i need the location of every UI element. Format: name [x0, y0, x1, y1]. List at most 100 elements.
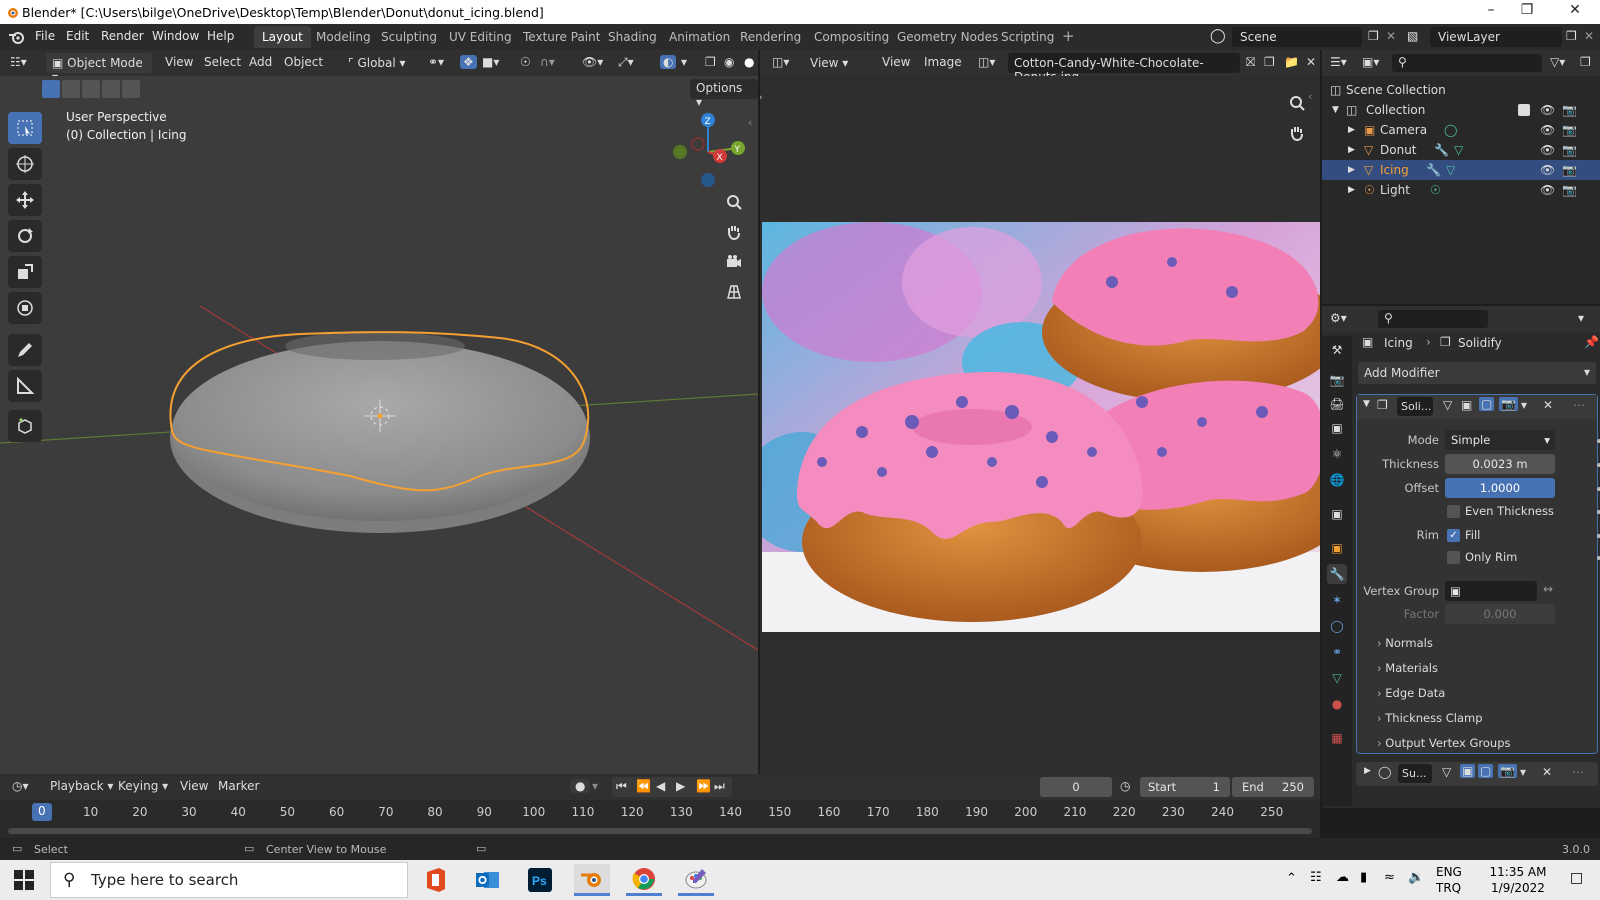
transform-tool[interactable]: [8, 292, 42, 324]
play-reverse-icon[interactable]: ◀: [656, 779, 665, 793]
outliner-collection[interactable]: ▼ ◫ Collection 👁 📷: [1322, 100, 1600, 120]
open-image-folder-icon[interactable]: 📁: [1284, 55, 1299, 69]
edit-mode-icon[interactable]: ▣: [1460, 764, 1476, 778]
expand-icon[interactable]: ▶: [1348, 145, 1355, 155]
cursor-tool[interactable]: [8, 148, 42, 180]
texture-tab-icon[interactable]: ▦: [1327, 728, 1347, 748]
drag-handle-icon[interactable]: ⋯: [1572, 765, 1584, 779]
physics-tab-icon[interactable]: ◯: [1327, 616, 1347, 636]
preview-range-icon[interactable]: ◷: [1120, 779, 1130, 793]
mode-selector[interactable]: ▣ Object Mode ▾: [46, 53, 152, 84]
restore-button[interactable]: ❐: [1512, 2, 1542, 22]
taskbar-search-box[interactable]: ⚲ Type here to search: [50, 862, 408, 898]
image-zoom-icon[interactable]: [1288, 94, 1306, 115]
new-scene-icon[interactable]: ❐: [1368, 29, 1379, 43]
visibility-icon[interactable]: 👁▾: [582, 55, 603, 69]
image-browse-icon[interactable]: ◫▾: [978, 55, 995, 69]
collection-checkbox[interactable]: [1518, 104, 1530, 116]
overlays-icon[interactable]: ◐: [660, 55, 677, 69]
timeline-menu-view[interactable]: View: [180, 779, 208, 793]
snap-target-icon[interactable]: ■▾: [482, 55, 499, 69]
modifier-extras-icon[interactable]: ▾: [1521, 398, 1527, 412]
menu-file[interactable]: File: [35, 29, 55, 43]
visibility-eye-icon[interactable]: 👁: [1540, 103, 1555, 117]
image-menu-view[interactable]: View: [882, 55, 910, 69]
ortho-grid-icon[interactable]: [720, 278, 748, 306]
blender-menu-icon[interactable]: [8, 29, 26, 45]
constraints-tab-icon[interactable]: ⚭: [1327, 642, 1347, 662]
close-window-button[interactable]: ✕: [1560, 2, 1590, 22]
viewport-menu-add[interactable]: Add: [249, 55, 272, 69]
edge-data-subpanel[interactable]: › Edge Data: [1377, 686, 1445, 700]
collection-tab-icon[interactable]: ▣: [1327, 504, 1347, 524]
jump-to-next-keyframe-icon[interactable]: ⏩: [696, 779, 711, 793]
render-tab-icon[interactable]: 📷: [1327, 370, 1347, 390]
tab-geometry-nodes[interactable]: Geometry Nodes: [889, 26, 1006, 48]
tab-uv-editing[interactable]: UV Editing: [441, 26, 520, 48]
add-modifier-dropdown[interactable]: Add Modifier ▾: [1358, 362, 1596, 384]
outliner-editor-type-icon[interactable]: ☰▾: [1330, 55, 1347, 69]
image-sidebar-toggle-icon[interactable]: ‹: [1308, 90, 1312, 103]
battery-icon[interactable]: ▮: [1360, 870, 1367, 885]
select-box-tool[interactable]: [8, 112, 42, 144]
falloff-icon[interactable]: ∩▾: [540, 55, 555, 69]
tab-animation[interactable]: Animation: [661, 26, 738, 48]
tab-scripting[interactable]: Scripting: [993, 26, 1062, 48]
current-frame-field[interactable]: 0: [1040, 777, 1112, 797]
tool-tab-icon[interactable]: ⚒: [1327, 340, 1347, 360]
pivot-icon[interactable]: ⚭▾: [428, 55, 444, 69]
visibility-eye-icon[interactable]: 👁: [1540, 163, 1555, 177]
outliner-item-light[interactable]: ▶ ☉ Light ☉ 👁 📷: [1322, 180, 1600, 200]
scene-selector[interactable]: Scene: [1232, 27, 1362, 47]
tab-rendering[interactable]: Rendering: [732, 26, 809, 48]
snap-toggle-icon[interactable]: ❖: [460, 55, 477, 69]
data-tab-icon[interactable]: ▽: [1327, 668, 1347, 688]
render-display-icon[interactable]: 📷: [1499, 397, 1518, 411]
move-tool[interactable]: [8, 184, 42, 216]
vertex-group-field[interactable]: ▣: [1445, 581, 1537, 601]
output-vertex-groups-subpanel[interactable]: › Output Vertex Groups: [1377, 736, 1511, 750]
image-view-mode-selector[interactable]: View ▾: [804, 53, 864, 73]
remove-modifier-icon[interactable]: ✕: [1542, 765, 1552, 779]
outliner-item-camera[interactable]: ▶ ▣ Camera ◯ 👁 📷: [1322, 120, 1600, 140]
annotate-tool[interactable]: [8, 334, 42, 366]
expand-collection-icon[interactable]: ▼: [1332, 105, 1339, 115]
jump-to-end-icon[interactable]: ⏭: [714, 779, 725, 794]
expand-icon[interactable]: ▶: [1348, 185, 1355, 195]
timeline-scrollbar[interactable]: [8, 828, 1312, 834]
image-menu-image[interactable]: Image: [924, 55, 962, 69]
menu-render[interactable]: Render: [101, 29, 144, 43]
view-layer-tab-icon[interactable]: ▣: [1327, 418, 1347, 438]
device-icon[interactable]: ☷: [1310, 870, 1322, 885]
tab-modeling[interactable]: Modeling: [308, 26, 379, 48]
remove-modifier-icon[interactable]: ✕: [1543, 398, 1553, 412]
viewport-display-icon[interactable]: ▢: [1479, 397, 1495, 411]
timeline-menu-marker[interactable]: Marker: [218, 779, 259, 793]
fake-user-shield-icon[interactable]: ⛝: [1246, 55, 1255, 70]
measure-tool[interactable]: [8, 370, 42, 402]
record-keyframe-icon[interactable]: ●: [570, 779, 591, 793]
tab-texture-paint[interactable]: Texture Paint: [515, 26, 608, 48]
factor-field[interactable]: 0.000: [1445, 604, 1555, 624]
add-cube-tool[interactable]: [8, 410, 42, 442]
show-hidden-icons-icon[interactable]: ⌃: [1286, 871, 1297, 886]
clock[interactable]: 11:35 AM 1/9/2022: [1480, 864, 1556, 896]
timeline-frame-ruler[interactable]: 0 10 20 30 40 50 60 70 80 90 100 110 120 130 140 150 16…: [0, 800, 1320, 838]
outliner-search-input[interactable]: ⚲: [1392, 54, 1542, 72]
office-app-icon[interactable]: [418, 864, 454, 896]
normals-subpanel[interactable]: › Normals: [1377, 636, 1433, 650]
3d-viewport[interactable]: Options ▾ User Perspective (0) Collectio…: [0, 76, 758, 774]
remove-scene-icon[interactable]: ✕: [1386, 29, 1396, 43]
menu-help[interactable]: Help: [207, 29, 234, 43]
jump-to-prev-keyframe-icon[interactable]: ⏪: [636, 779, 651, 793]
wifi-icon[interactable]: ≈: [1384, 870, 1395, 885]
pin-icon[interactable]: 📌: [1584, 335, 1599, 349]
menu-window[interactable]: Window: [152, 29, 199, 43]
on-cage-icon[interactable]: ▽: [1443, 398, 1452, 412]
object-tab-icon[interactable]: ▣: [1327, 538, 1347, 558]
visibility-eye-icon[interactable]: 👁: [1540, 183, 1555, 197]
playhead-frame[interactable]: 0: [32, 803, 52, 821]
jump-to-start-icon[interactable]: ⏮: [616, 779, 627, 794]
render-camera-icon[interactable]: 📷: [1562, 183, 1577, 197]
windows-start-icon[interactable]: [14, 870, 34, 893]
